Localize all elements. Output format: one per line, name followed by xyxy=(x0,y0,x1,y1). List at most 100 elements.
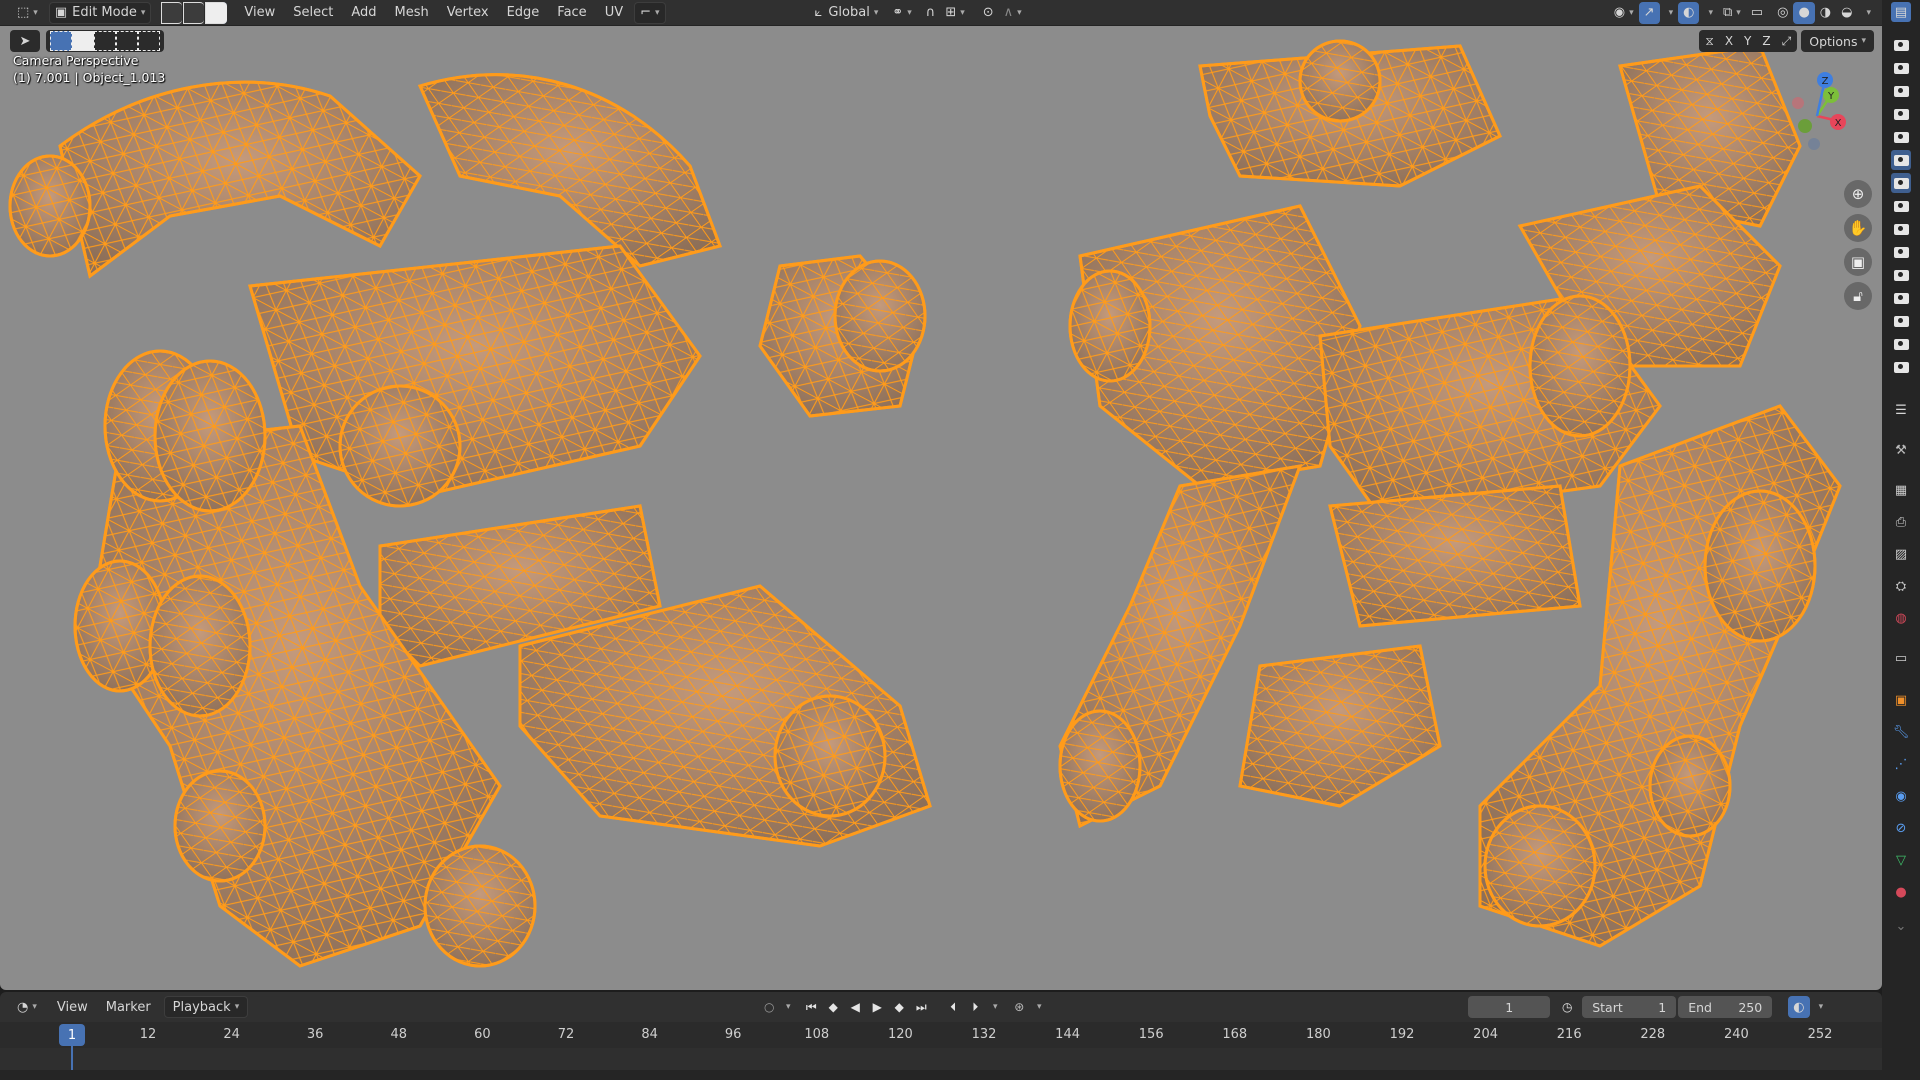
keyframe-area[interactable] xyxy=(0,1048,1882,1070)
preview-range-toggle[interactable]: ◷ xyxy=(1556,996,1578,1018)
scene-camera-button-5[interactable] xyxy=(1891,127,1911,147)
shading-material-button[interactable]: ◑ xyxy=(1815,2,1836,24)
uv-extra-dropdown[interactable]: ⌐ ▾ xyxy=(634,1,666,24)
scene-camera-button-2[interactable] xyxy=(1891,58,1911,78)
shading-solid-button[interactable]: ● xyxy=(1793,1,1815,24)
shading-wireframe-button[interactable]: ◎ xyxy=(1772,2,1793,24)
tabs-scroll-down[interactable]: ⌄ xyxy=(1891,916,1911,936)
options-dropdown[interactable]: Options ▾ xyxy=(1801,30,1874,52)
timeline-overlay-toggle[interactable]: ◐ xyxy=(1788,996,1810,1018)
scene-camera-button-1[interactable] xyxy=(1891,35,1911,55)
visibility-dropdown[interactable]: ◉ ▾ xyxy=(1609,2,1639,24)
play-button[interactable]: ▶ xyxy=(866,996,888,1018)
mirror-y-toggle[interactable]: Y xyxy=(1744,34,1751,48)
playback-dropdown[interactable]: Playback ▾ xyxy=(163,996,249,1018)
tool-tab[interactable]: ⚒ xyxy=(1891,440,1911,460)
properties-editor-button[interactable]: ☰ xyxy=(1891,400,1911,420)
prev-jump-button[interactable]: ⏴ xyxy=(942,996,964,1018)
transform-orientation-dropdown[interactable]: ⟀ Global ▾ xyxy=(810,2,884,24)
select-subtract-button[interactable] xyxy=(94,31,116,51)
menu-mesh[interactable]: Mesh xyxy=(386,2,438,24)
scene-tab[interactable]: ⛭ xyxy=(1891,576,1911,596)
object-tab[interactable]: ▣ xyxy=(1891,690,1911,710)
timeline-editor-type[interactable]: ◔ ▾ xyxy=(12,996,42,1018)
keying-dropdown[interactable]: ▾ xyxy=(780,996,792,1018)
scene-camera-button-7[interactable] xyxy=(1891,173,1911,193)
constraints-tab[interactable]: ⊘ xyxy=(1891,818,1911,838)
shading-dropdown[interactable]: ▾ xyxy=(1857,2,1876,24)
menu-select[interactable]: Select xyxy=(284,2,342,24)
right-mesh-object[interactable] xyxy=(1058,39,1842,948)
play-reverse-button[interactable]: ◀ xyxy=(844,996,866,1018)
zoom-button[interactable]: ⊕ xyxy=(1844,180,1872,208)
shading-rendered-button[interactable]: ◒ xyxy=(1836,2,1857,24)
material-tab[interactable]: ● xyxy=(1891,882,1911,902)
select-extend-button[interactable] xyxy=(72,31,94,51)
prev-keyframe-button[interactable]: ◆ xyxy=(822,996,844,1018)
mirror-x-toggle[interactable]: X xyxy=(1725,34,1733,48)
end-frame-field[interactable]: End 250 xyxy=(1678,996,1773,1018)
pivot-dropdown[interactable]: ⚭ ▾ xyxy=(887,2,916,24)
data-tab[interactable]: ▽ xyxy=(1891,850,1911,870)
jump-end-button[interactable]: ⏭ xyxy=(910,996,932,1018)
start-frame-field[interactable]: Start 1 xyxy=(1582,996,1677,1018)
snap-target-dropdown[interactable]: ⊞ ▾ xyxy=(940,2,969,24)
topology-mirror-icon[interactable]: ⤢ xyxy=(1782,34,1792,49)
vertex-select-button[interactable] xyxy=(161,1,184,24)
scene-camera-button-15[interactable] xyxy=(1891,357,1911,377)
outliner-filter-button[interactable]: ▤ xyxy=(1891,2,1911,22)
scene-camera-button-13[interactable] xyxy=(1891,311,1911,331)
scene-camera-button-14[interactable] xyxy=(1891,334,1911,354)
overlay-toggle[interactable]: ◐ xyxy=(1678,1,1700,24)
proportional-edit-toggle[interactable]: ⊙ xyxy=(978,2,999,24)
menu-vertex[interactable]: Vertex xyxy=(438,2,498,24)
particles-tab[interactable]: ⋰ xyxy=(1891,754,1911,774)
mesh-overlay-toggle[interactable]: ⧉ ▾ xyxy=(1718,2,1746,24)
auto-keying-toggle[interactable]: ⊛ xyxy=(1008,996,1030,1018)
timeline-menu-view[interactable]: View xyxy=(48,996,97,1018)
scene-camera-button-3[interactable] xyxy=(1891,81,1911,101)
scene-camera-button-12[interactable] xyxy=(1891,288,1911,308)
menu-face[interactable]: Face xyxy=(548,2,595,24)
camera-view-button[interactable]: ▣ xyxy=(1844,248,1872,276)
auto-keying-dropdown[interactable]: ▾ xyxy=(1030,996,1044,1018)
world-tab[interactable]: ◍ xyxy=(1891,608,1911,628)
scene-camera-button-10[interactable] xyxy=(1891,242,1911,262)
mode-selector[interactable]: ▣ Edit Mode ▾ xyxy=(48,1,152,24)
playhead-frame-indicator[interactable]: 1 xyxy=(59,1024,85,1046)
navigation-gizmo[interactable]: X Y Z xyxy=(1772,68,1862,158)
tweak-tool-button[interactable]: ➤ xyxy=(10,30,40,52)
menu-edge[interactable]: Edge xyxy=(498,2,549,24)
menu-uv[interactable]: UV xyxy=(596,2,632,24)
lock-camera-button[interactable]: 🔓︎ xyxy=(1844,282,1872,310)
render-tab[interactable]: ▦ xyxy=(1891,480,1911,500)
jump-start-button[interactable]: ⏮ xyxy=(800,996,822,1018)
menu-view[interactable]: View xyxy=(235,2,284,24)
mirror-z-toggle[interactable]: Z xyxy=(1762,34,1770,48)
next-jump-button[interactable]: ⏵ xyxy=(964,996,986,1018)
xray-toggle[interactable]: ▭ xyxy=(1746,2,1768,24)
view-layer-tab[interactable]: ▨ xyxy=(1891,544,1911,564)
keying-button[interactable]: ○ xyxy=(758,996,780,1018)
output-tab[interactable]: ⎙ xyxy=(1891,512,1911,532)
select-invert-button[interactable] xyxy=(116,31,138,51)
jump-dropdown[interactable]: ▾ xyxy=(986,996,1000,1018)
scene-camera-button-11[interactable] xyxy=(1891,265,1911,285)
modifier-tab[interactable]: 🔧︎ xyxy=(1891,722,1911,742)
pan-button[interactable]: ✋ xyxy=(1844,214,1872,242)
gizmo-neg-x-icon[interactable] xyxy=(1792,97,1804,109)
physics-tab[interactable]: ◉ xyxy=(1891,786,1911,806)
select-intersect-button[interactable] xyxy=(138,31,160,51)
scene-camera-button-4[interactable] xyxy=(1891,104,1911,124)
frame-ruler[interactable]: 12 24 36 48 60 72 84 96 108 120 132 144 156 168 180 192… xyxy=(0,1022,1882,1048)
face-select-button[interactable] xyxy=(205,1,228,24)
select-new-button[interactable] xyxy=(50,31,72,51)
edge-select-button[interactable] xyxy=(183,1,206,24)
timeline-menu-marker[interactable]: Marker xyxy=(97,996,160,1018)
scene-camera-button-6[interactable] xyxy=(1891,150,1911,170)
gizmo-toggle[interactable]: ↗ xyxy=(1638,1,1660,24)
timeline-overlay-dropdown[interactable]: ▾ xyxy=(1810,996,1829,1018)
collection-tab[interactable]: ▭ xyxy=(1891,648,1911,668)
editor-type-button[interactable]: ⬚ ▾ xyxy=(12,2,43,24)
current-frame-field[interactable]: 1 xyxy=(1468,996,1551,1018)
